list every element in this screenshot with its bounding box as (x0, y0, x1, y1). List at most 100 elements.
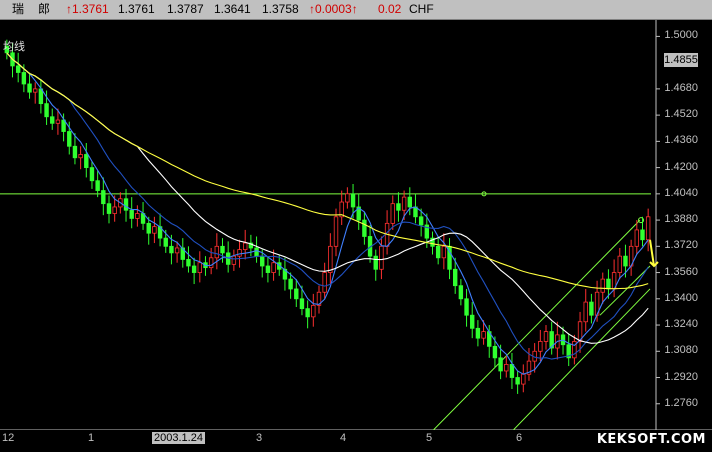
x-tick-label: 3 (256, 432, 263, 444)
candle-body (441, 245, 447, 259)
x-tick-label: 5 (426, 432, 433, 444)
candle-body (174, 247, 180, 254)
channel-lower-line (512, 288, 651, 430)
candle-body (379, 245, 384, 270)
candle-body (89, 167, 95, 182)
trend-channel (432, 217, 659, 430)
ma-long-line (6, 52, 649, 290)
candle-body (271, 262, 276, 273)
candle-body (135, 213, 140, 219)
candle-body (123, 198, 129, 211)
candle-body (220, 245, 225, 254)
candle-body (452, 268, 458, 287)
candle-body (396, 203, 401, 211)
candle-body (509, 363, 515, 378)
candle-body (67, 131, 72, 147)
candle-body (407, 196, 412, 208)
y-tick-label: 1.3880 (664, 213, 698, 226)
current-price-marker: 1.4855 (664, 53, 698, 68)
candlestick-chart (0, 20, 712, 430)
y-tick-label: 1.4040 (664, 186, 698, 199)
chart-frame (0, 20, 712, 430)
x-tick-label: 6 (516, 432, 523, 444)
candle-body (311, 304, 316, 318)
x-tick-label: 4 (340, 432, 347, 444)
candle-body (470, 314, 475, 329)
candle-body (543, 331, 549, 342)
candle-body (44, 103, 49, 118)
y-tick-label: 1.5000 (664, 29, 698, 42)
watermark-logo: KEKSOFT.COM (596, 432, 706, 447)
candle-body (617, 255, 622, 273)
candle-body (623, 255, 628, 267)
change-percent: 0.02 (378, 2, 402, 16)
candle-body (464, 298, 469, 316)
y-tick-label: 1.3560 (664, 265, 698, 278)
candle-body (33, 88, 38, 93)
candle-body (634, 229, 640, 247)
candle-body (390, 203, 395, 224)
x-tick-label: 2003.1.24 (152, 432, 205, 444)
candle-body (243, 242, 248, 250)
candle-body (515, 377, 520, 385)
candle-body (538, 341, 543, 352)
quote-bar: 瑞 郎 ↑1.3761 1.3761 1.3787 1.3641 1.3758 … (0, 0, 712, 20)
currency-code: CHF (409, 2, 434, 16)
indicator-label: 均线 (3, 41, 25, 53)
candle-body (169, 245, 174, 254)
y-tick-label: 1.4360 (664, 134, 698, 147)
change-value: ↑0.0003↑ (309, 2, 358, 16)
candle-body (237, 249, 242, 257)
candle-body (345, 193, 350, 203)
high-price: 1.3787 (167, 2, 204, 16)
y-tick-label: 1.2920 (664, 370, 698, 383)
candle-body (84, 154, 89, 168)
candle-body (186, 259, 191, 267)
candle-body (373, 255, 378, 270)
y-tick-label: 1.4520 (664, 108, 698, 121)
candle-body (72, 145, 78, 159)
candle-body (197, 262, 203, 273)
candle-body (101, 190, 106, 205)
candle-body (78, 154, 83, 159)
candle-body (112, 206, 117, 214)
candle-body (458, 285, 464, 300)
candle-body (214, 245, 220, 259)
candle-body (146, 222, 151, 234)
y-tick-label: 1.2760 (664, 396, 698, 409)
candle-body (498, 357, 503, 372)
candle-body (260, 255, 265, 267)
candle-body (254, 247, 259, 257)
candle-body (152, 226, 157, 234)
candle-body (640, 229, 645, 241)
candle-body (328, 245, 333, 273)
candle-body (265, 265, 271, 273)
candle-body (50, 116, 55, 124)
last-price: ↑1.3761 (66, 2, 109, 16)
y-tick-label: 1.3720 (664, 239, 698, 252)
candle-body (606, 278, 611, 290)
candle-body (208, 257, 214, 269)
candle-body (95, 180, 100, 191)
candle-body (55, 119, 61, 124)
candle-body (589, 301, 594, 316)
y-tick-label: 1.3240 (664, 318, 698, 331)
candle-body (521, 373, 526, 385)
candle-body (294, 288, 299, 300)
candle-body (481, 331, 486, 339)
x-tick-label: 12 (2, 432, 15, 444)
candle-body (231, 255, 237, 265)
candle-body (418, 216, 424, 226)
candle-body (492, 345, 498, 359)
x-tick-label: 1 (88, 432, 95, 444)
candle-series (4, 39, 651, 394)
candle-body (191, 265, 197, 273)
candle-body (333, 216, 339, 247)
candle-body (288, 278, 293, 290)
close-price: 1.3758 (262, 2, 299, 16)
candle-body (435, 245, 441, 259)
candle-body (129, 209, 134, 219)
candle-body (350, 193, 356, 208)
y-tick-label: 1.4680 (664, 81, 698, 94)
candle-body (106, 203, 112, 214)
